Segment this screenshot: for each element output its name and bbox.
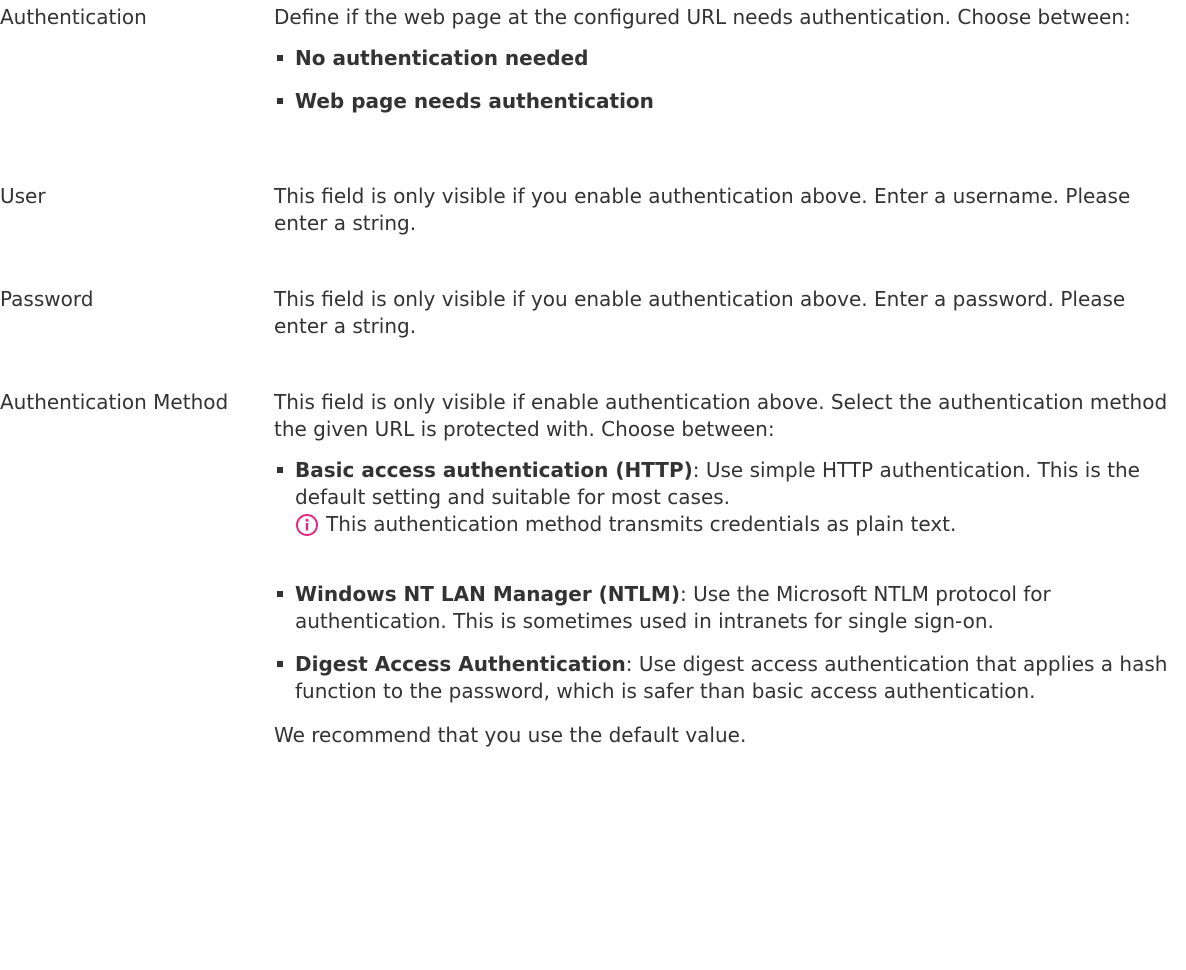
- setting-label: User: [0, 184, 46, 208]
- setting-description: This field is only visible if you enable…: [274, 183, 1179, 237]
- bullet-icon: [277, 467, 283, 473]
- option-item: Digest Access Authentication: Use digest…: [274, 651, 1179, 705]
- description-text: This field is only visible if you enable…: [274, 184, 1131, 235]
- setting-description: Define if the web page at the configured…: [274, 4, 1179, 115]
- option-name: Digest Access Authentication: [295, 652, 626, 676]
- option-name: Windows NT LAN Manager (NTLM): [295, 582, 680, 606]
- bullet-icon: [277, 55, 283, 61]
- bullet-icon: [277, 591, 283, 597]
- option-name: Web page needs authentication: [295, 89, 654, 113]
- bullet-icon: [277, 661, 283, 667]
- setting-description: This field is only visible if enable aut…: [274, 389, 1179, 749]
- option-item: Basic access authentication (HTTP): Use …: [274, 457, 1179, 538]
- info-note: This authentication method transmits cre…: [295, 511, 1179, 538]
- option-item: Web page needs authentication: [274, 88, 1179, 115]
- info-icon: [296, 514, 318, 536]
- option-name: No authentication needed: [295, 46, 589, 70]
- option-item: No authentication needed: [274, 45, 1179, 72]
- note-text: This authentication method transmits cre…: [326, 512, 957, 536]
- recommendation-text: We recommend that you use the default va…: [274, 723, 747, 747]
- bullet-icon: [277, 98, 283, 104]
- description-text: Define if the web page at the configured…: [274, 5, 1131, 29]
- description-text: This field is only visible if you enable…: [274, 287, 1126, 338]
- description-text: This field is only visible if enable aut…: [274, 390, 1168, 441]
- option-name: Basic access authentication (HTTP): [295, 458, 693, 482]
- settings-table: Authentication Define if the web page at…: [0, 0, 1186, 970]
- setting-description: This field is only visible if you enable…: [274, 286, 1179, 340]
- option-item: Windows NT LAN Manager (NTLM): Use the M…: [274, 581, 1179, 635]
- setting-label: Authentication Method: [0, 390, 229, 414]
- setting-label: Authentication: [0, 5, 147, 29]
- option-list: No authentication needed Web page needs …: [274, 45, 1179, 115]
- setting-label: Password: [0, 287, 94, 311]
- option-list: Basic access authentication (HTTP): Use …: [274, 457, 1179, 705]
